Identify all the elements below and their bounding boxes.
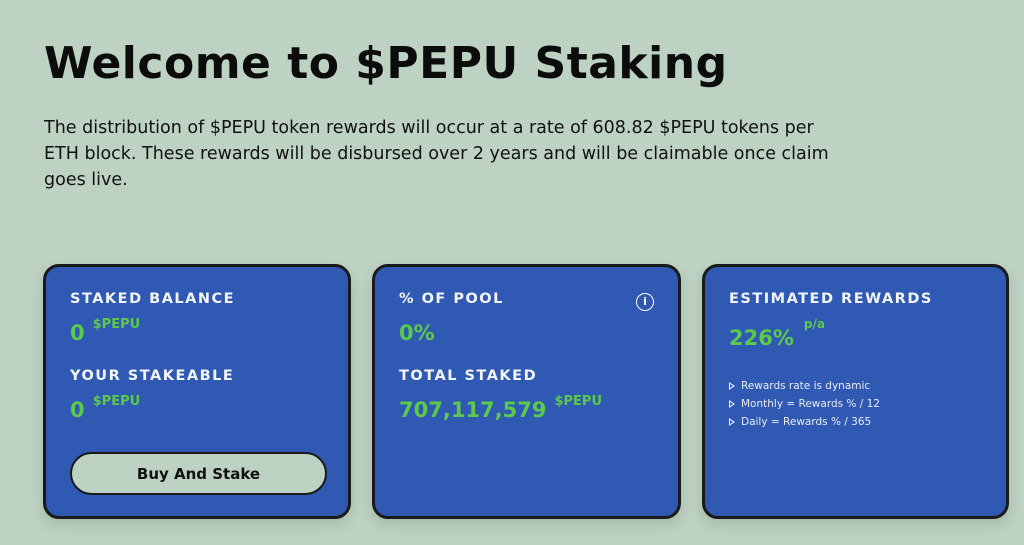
- total-staked-value-row: 707,117,579 $PEPU: [399, 394, 602, 422]
- pool-percent-value: 0%: [399, 321, 435, 345]
- play-triangle-icon: [729, 382, 735, 390]
- per-annum-suffix: p/a: [803, 317, 825, 331]
- info-icon[interactable]: i: [636, 293, 654, 311]
- total-staked-unit: $PEPU: [554, 394, 603, 409]
- list-item: Rewards rate is dynamic: [729, 377, 880, 395]
- staked-balance-card: STAKED BALANCE 0 $PEPU YOUR STAKEABLE 0 …: [43, 264, 351, 519]
- play-triangle-icon: [729, 418, 735, 426]
- pool-card: % OF POOL i 0% TOTAL STAKED 707,117,579 …: [372, 264, 681, 519]
- staked-balance-value: 0: [70, 321, 85, 345]
- stakeable-label: YOUR STAKEABLE: [70, 368, 235, 384]
- rewards-notes-list: Rewards rate is dynamic Monthly = Reward…: [729, 377, 880, 431]
- staked-balance-label: STAKED BALANCE: [70, 291, 236, 307]
- total-staked-label: TOTAL STAKED: [399, 368, 538, 384]
- play-triangle-icon: [729, 400, 735, 408]
- intro-text: The distribution of $PEPU token rewards …: [44, 118, 829, 190]
- estimated-rewards-label: ESTIMATED REWARDS: [729, 291, 933, 307]
- estimated-rewards-card: ESTIMATED REWARDS 226% p/a Rewards rate …: [702, 264, 1009, 519]
- page-title: Welcome to $PEPU Staking: [44, 38, 728, 89]
- stakeable-value: 0: [70, 398, 85, 422]
- staked-balance-value-row: 0 $PEPU: [70, 317, 140, 345]
- rewards-value-row: 226% p/a: [729, 317, 825, 350]
- staked-balance-unit: $PEPU: [92, 317, 141, 332]
- pool-percent-label: % OF POOL: [399, 291, 504, 307]
- list-item: Daily = Rewards % / 365: [729, 413, 880, 431]
- stakeable-value-row: 0 $PEPU: [70, 394, 140, 422]
- buy-and-stake-button[interactable]: Buy And Stake: [70, 452, 327, 495]
- stakeable-unit: $PEPU: [92, 394, 141, 409]
- rewards-rate-value: 226%: [729, 326, 794, 350]
- rewards-note-text: Daily = Rewards % / 365: [741, 416, 872, 428]
- rewards-note-text: Monthly = Rewards % / 12: [741, 398, 880, 410]
- list-item: Monthly = Rewards % / 12: [729, 395, 880, 413]
- total-staked-value: 707,117,579: [399, 398, 547, 422]
- rewards-note-text: Rewards rate is dynamic: [741, 380, 871, 392]
